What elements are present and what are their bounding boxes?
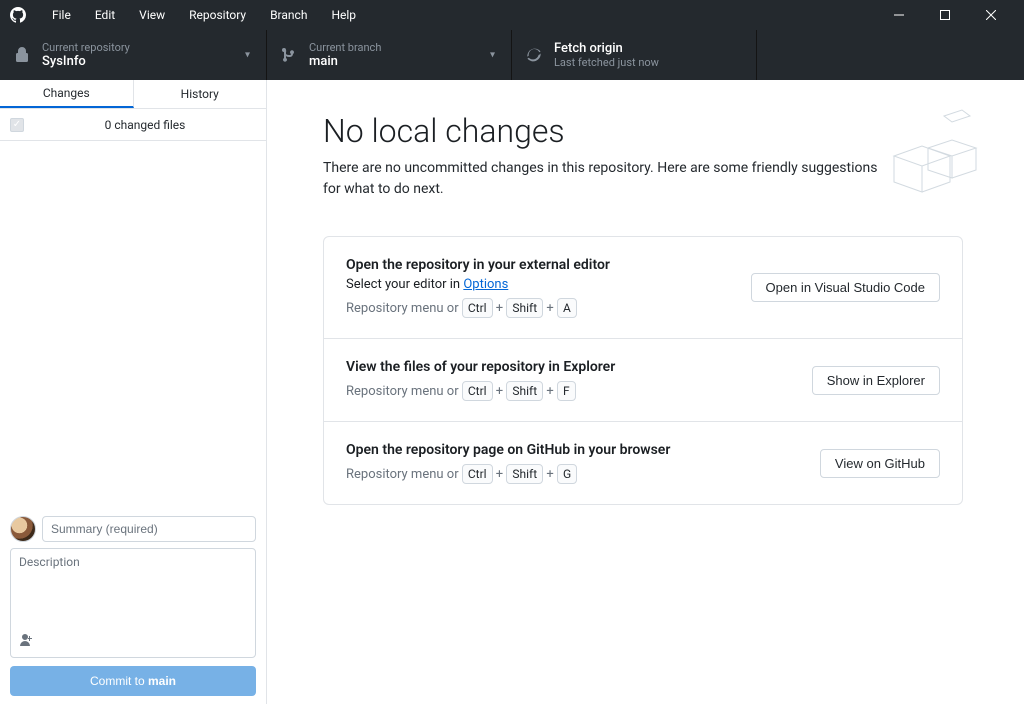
sync-icon <box>526 47 544 63</box>
changes-header: ✓ 0 changed files <box>0 109 266 141</box>
commit-form: Description Commit to main <box>0 508 266 704</box>
view-github-button[interactable]: View on GitHub <box>820 449 940 478</box>
kbd: G <box>557 464 577 484</box>
fetch-label: Fetch origin <box>554 41 659 57</box>
window-close-icon[interactable] <box>968 0 1014 30</box>
kbd: Ctrl <box>462 298 493 318</box>
kbd: Ctrl <box>462 464 493 484</box>
kbd: Ctrl <box>462 381 493 401</box>
card-open-editor: Open the repository in your external edi… <box>324 237 962 339</box>
tab-changes[interactable]: Changes <box>0 80 134 108</box>
menu-edit[interactable]: Edit <box>83 8 127 22</box>
window-minimize-icon[interactable] <box>876 0 922 30</box>
kbd: A <box>557 298 577 318</box>
card-show-explorer: View the files of your repository in Exp… <box>324 339 962 422</box>
toolbar: Current repository SysInfo ▾ Current bra… <box>0 30 1024 80</box>
branch-label: Current branch <box>309 41 381 54</box>
lock-icon <box>14 47 32 63</box>
select-all-checkbox[interactable]: ✓ <box>10 118 24 132</box>
branch-selector[interactable]: Current branch main ▾ <box>267 30 512 80</box>
options-link[interactable]: Options <box>463 277 508 292</box>
sidebar: Changes History ✓ 0 changed files Descri… <box>0 80 267 704</box>
suggestion-cards: Open the repository in your external edi… <box>323 236 963 505</box>
menu-repository[interactable]: Repository <box>177 8 258 22</box>
card-subline: Select your editor in Options <box>346 277 731 292</box>
menu-view[interactable]: View <box>127 8 177 22</box>
branch-name: main <box>309 54 381 70</box>
fetch-origin-button[interactable]: Fetch origin Last fetched just now <box>512 30 757 80</box>
commit-summary-input[interactable] <box>42 516 256 542</box>
sidebar-tabs: Changes History <box>0 80 266 109</box>
commit-description-input[interactable]: Description <box>10 548 256 658</box>
content-area: No local changes There are no uncommitte… <box>267 80 1024 704</box>
chevron-down-icon: ▾ <box>490 50 495 61</box>
empty-state-illustration <box>884 108 984 202</box>
changed-files-count: 0 changed files <box>34 118 256 132</box>
card-view-github: Open the repository page on GitHub in yo… <box>324 422 962 504</box>
card-shortcut: Repository menu or Ctrl + Shift + G <box>346 464 800 484</box>
avatar <box>10 516 36 542</box>
card-title: Open the repository page on GitHub in yo… <box>346 442 800 458</box>
kbd: Shift <box>506 298 543 318</box>
commit-button-prefix: Commit to <box>90 674 148 688</box>
card-title: Open the repository in your external edi… <box>346 257 731 273</box>
window-maximize-icon[interactable] <box>922 0 968 30</box>
description-placeholder: Description <box>19 555 80 569</box>
commit-button-branch: main <box>148 674 176 688</box>
page-subtitle: There are no uncommitted changes in this… <box>323 158 883 200</box>
open-editor-button[interactable]: Open in Visual Studio Code <box>751 273 940 302</box>
repo-name: SysInfo <box>42 54 130 70</box>
repo-selector[interactable]: Current repository SysInfo ▾ <box>0 30 267 80</box>
show-explorer-button[interactable]: Show in Explorer <box>812 366 940 395</box>
repo-label: Current repository <box>42 41 130 54</box>
menu-branch[interactable]: Branch <box>258 8 319 22</box>
git-branch-icon <box>281 47 299 63</box>
card-shortcut: Repository menu or Ctrl + Shift + F <box>346 381 792 401</box>
titlebar: File Edit View Repository Branch Help <box>0 0 1024 30</box>
page-title: No local changes <box>323 112 968 150</box>
tab-history[interactable]: History <box>134 80 267 108</box>
chevron-down-icon: ▾ <box>245 50 250 61</box>
commit-button[interactable]: Commit to main <box>10 666 256 696</box>
fetch-status: Last fetched just now <box>554 56 659 69</box>
card-title: View the files of your repository in Exp… <box>346 359 792 375</box>
add-coauthor-icon[interactable] <box>19 632 35 651</box>
github-icon <box>10 7 26 23</box>
kbd: F <box>557 381 576 401</box>
menu-file[interactable]: File <box>40 8 83 22</box>
kbd: Shift <box>506 464 543 484</box>
kbd: Shift <box>506 381 543 401</box>
card-shortcut: Repository menu or Ctrl + Shift + A <box>346 298 731 318</box>
menu-help[interactable]: Help <box>319 8 368 22</box>
